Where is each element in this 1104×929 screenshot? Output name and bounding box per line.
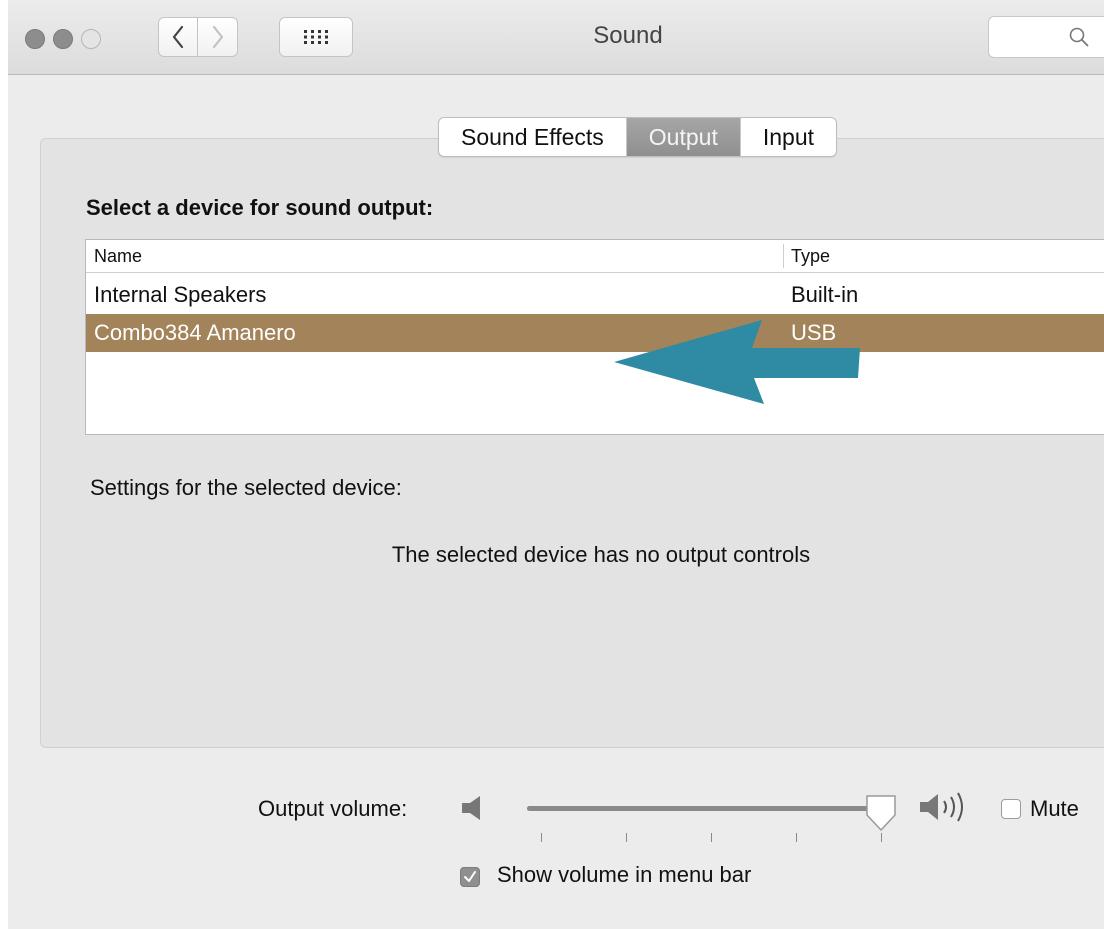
- sound-preferences-window: Sound Sound Effects Output Input Select …: [8, 0, 1104, 929]
- volume-slider-fill: [527, 806, 873, 811]
- content-panel: [40, 138, 1104, 748]
- slider-tick: [711, 833, 712, 842]
- tab-sound-effects[interactable]: Sound Effects: [439, 118, 627, 156]
- forward-button[interactable]: [198, 17, 238, 57]
- title-bar: Sound: [8, 0, 1104, 75]
- column-header-name[interactable]: Name: [94, 246, 142, 267]
- grid-icon: [304, 30, 328, 44]
- slider-tick: [796, 833, 797, 842]
- chevron-left-icon: [172, 25, 184, 49]
- device-section-title: Select a device for sound output:: [86, 195, 434, 220]
- search-field[interactable]: [988, 16, 1104, 58]
- search-icon: [1069, 27, 1089, 47]
- chevron-right-icon: [212, 25, 223, 49]
- table-row[interactable]: Internal Speakers Built-in: [86, 276, 1104, 314]
- mute-checkbox[interactable]: [1001, 799, 1021, 819]
- tab-input[interactable]: Input: [741, 118, 836, 156]
- output-volume-label: Output volume:: [258, 796, 408, 821]
- slider-tick: [881, 833, 882, 842]
- window-title: Sound: [593, 22, 663, 49]
- back-button[interactable]: [158, 17, 198, 57]
- device-name: Combo384 Amanero: [94, 320, 296, 345]
- column-header-type[interactable]: Type: [791, 246, 830, 267]
- show-volume-checkbox[interactable]: [460, 867, 480, 887]
- tab-bar: Sound Effects Output Input: [438, 117, 837, 157]
- mute-label[interactable]: Mute: [1030, 796, 1079, 822]
- slider-tick: [541, 833, 542, 842]
- device-name: Internal Speakers: [94, 282, 267, 307]
- slider-tick: [626, 833, 627, 842]
- volume-slider[interactable]: [527, 806, 887, 811]
- minimize-window-button[interactable]: [53, 29, 73, 49]
- output-device-table[interactable]: Name Type Internal Speakers Built-in Com…: [85, 239, 1104, 435]
- arrow-left-icon: [614, 320, 860, 404]
- zoom-window-button[interactable]: [81, 29, 101, 49]
- table-row-selected[interactable]: Combo384 Amanero USB: [86, 314, 1104, 352]
- speaker-high-icon: [920, 792, 963, 822]
- settings-label: Settings for the selected device:: [90, 475, 402, 500]
- close-window-button[interactable]: [25, 29, 45, 49]
- speaker-low-icon: [462, 796, 480, 820]
- tab-output[interactable]: Output: [626, 118, 741, 156]
- checkmark-icon: [464, 871, 476, 882]
- volume-slider-thumb[interactable]: [864, 793, 898, 833]
- table-header: Name Type: [86, 240, 1104, 273]
- no-controls-message: The selected device has no output contro…: [391, 542, 811, 567]
- show-all-button[interactable]: [279, 17, 353, 57]
- device-type: Built-in: [791, 282, 859, 307]
- show-volume-label[interactable]: Show volume in menu bar: [497, 862, 751, 888]
- column-divider: [783, 244, 784, 268]
